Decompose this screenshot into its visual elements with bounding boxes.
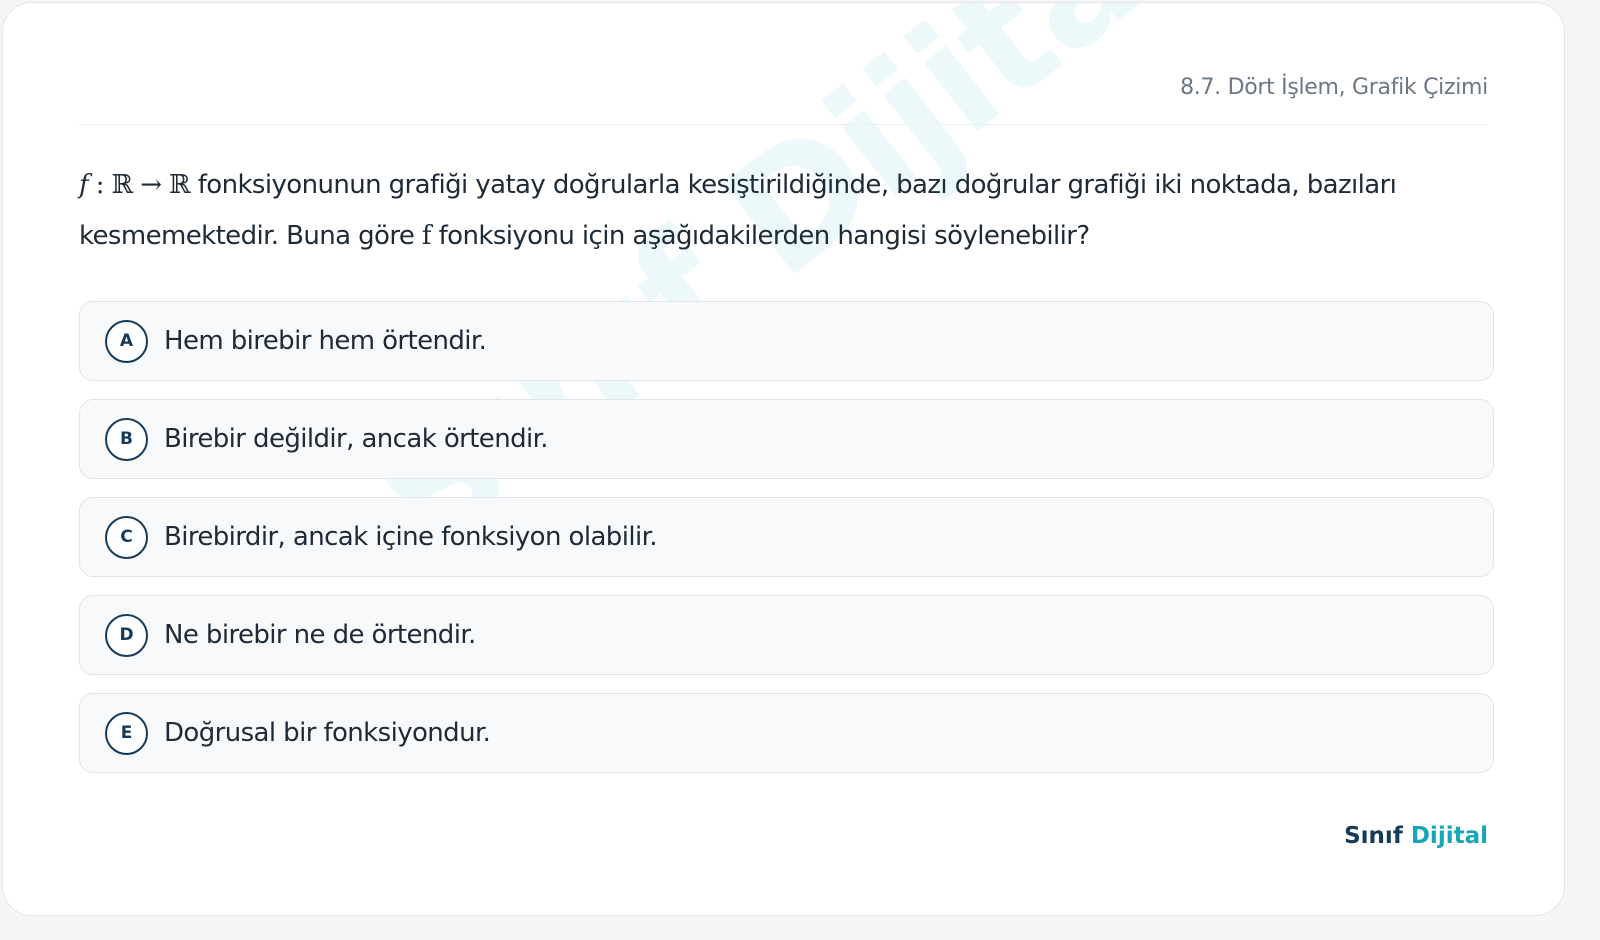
topic-label: 8.7. Dört İşlem, Grafik Çizimi (1180, 75, 1488, 100)
option-text: Birebirdir, ancak içine fonksiyon olabil… (164, 522, 658, 552)
option-d[interactable]: D Ne birebir ne de örtendir. (79, 595, 1494, 675)
question-card: Sınıf Dijital 8.7. Dört İşlem, Grafik Çi… (2, 2, 1565, 916)
math-function-symbol: f (79, 170, 89, 200)
answer-options: A Hem birebir hem örtendir. B Birebir de… (79, 301, 1494, 791)
brand-logo: Sınıf Dijital (1344, 823, 1488, 849)
option-letter-badge: B (105, 417, 148, 461)
option-a[interactable]: A Hem birebir hem örtendir. (79, 301, 1494, 381)
option-text: Ne birebir ne de örtendir. (164, 620, 476, 650)
option-letter-badge: C (105, 515, 148, 559)
option-letter-badge: D (105, 613, 148, 657)
brand-name-part-1: Sınıf (1344, 823, 1403, 849)
math-mapping: : ℝ → ℝ (88, 170, 191, 200)
math-expression: f : ℝ → ℝ (79, 170, 191, 200)
option-text: Doğrusal bir fonksiyondur. (164, 718, 491, 748)
question-text: f : ℝ → ℝ fonksiyonunun grafiği yatay do… (79, 160, 1499, 262)
option-letter-badge: A (105, 319, 148, 363)
option-e[interactable]: E Doğrusal bir fonksiyondur. (79, 693, 1494, 773)
option-text: Birebir değildir, ancak örtendir. (164, 424, 549, 454)
math-function-symbol-2: f (421, 221, 432, 251)
option-c[interactable]: C Birebirdir, ancak içine fonksiyon olab… (79, 497, 1494, 577)
header-divider (79, 124, 1488, 125)
question-text-part-2: fonksiyonu için aşağıdakilerden hangisi … (430, 221, 1091, 251)
option-letter-badge: E (105, 711, 148, 755)
brand-name-part-2: Dijital (1410, 823, 1488, 849)
option-b[interactable]: B Birebir değildir, ancak örtendir. (79, 399, 1494, 479)
option-text: Hem birebir hem örtendir. (164, 326, 487, 356)
